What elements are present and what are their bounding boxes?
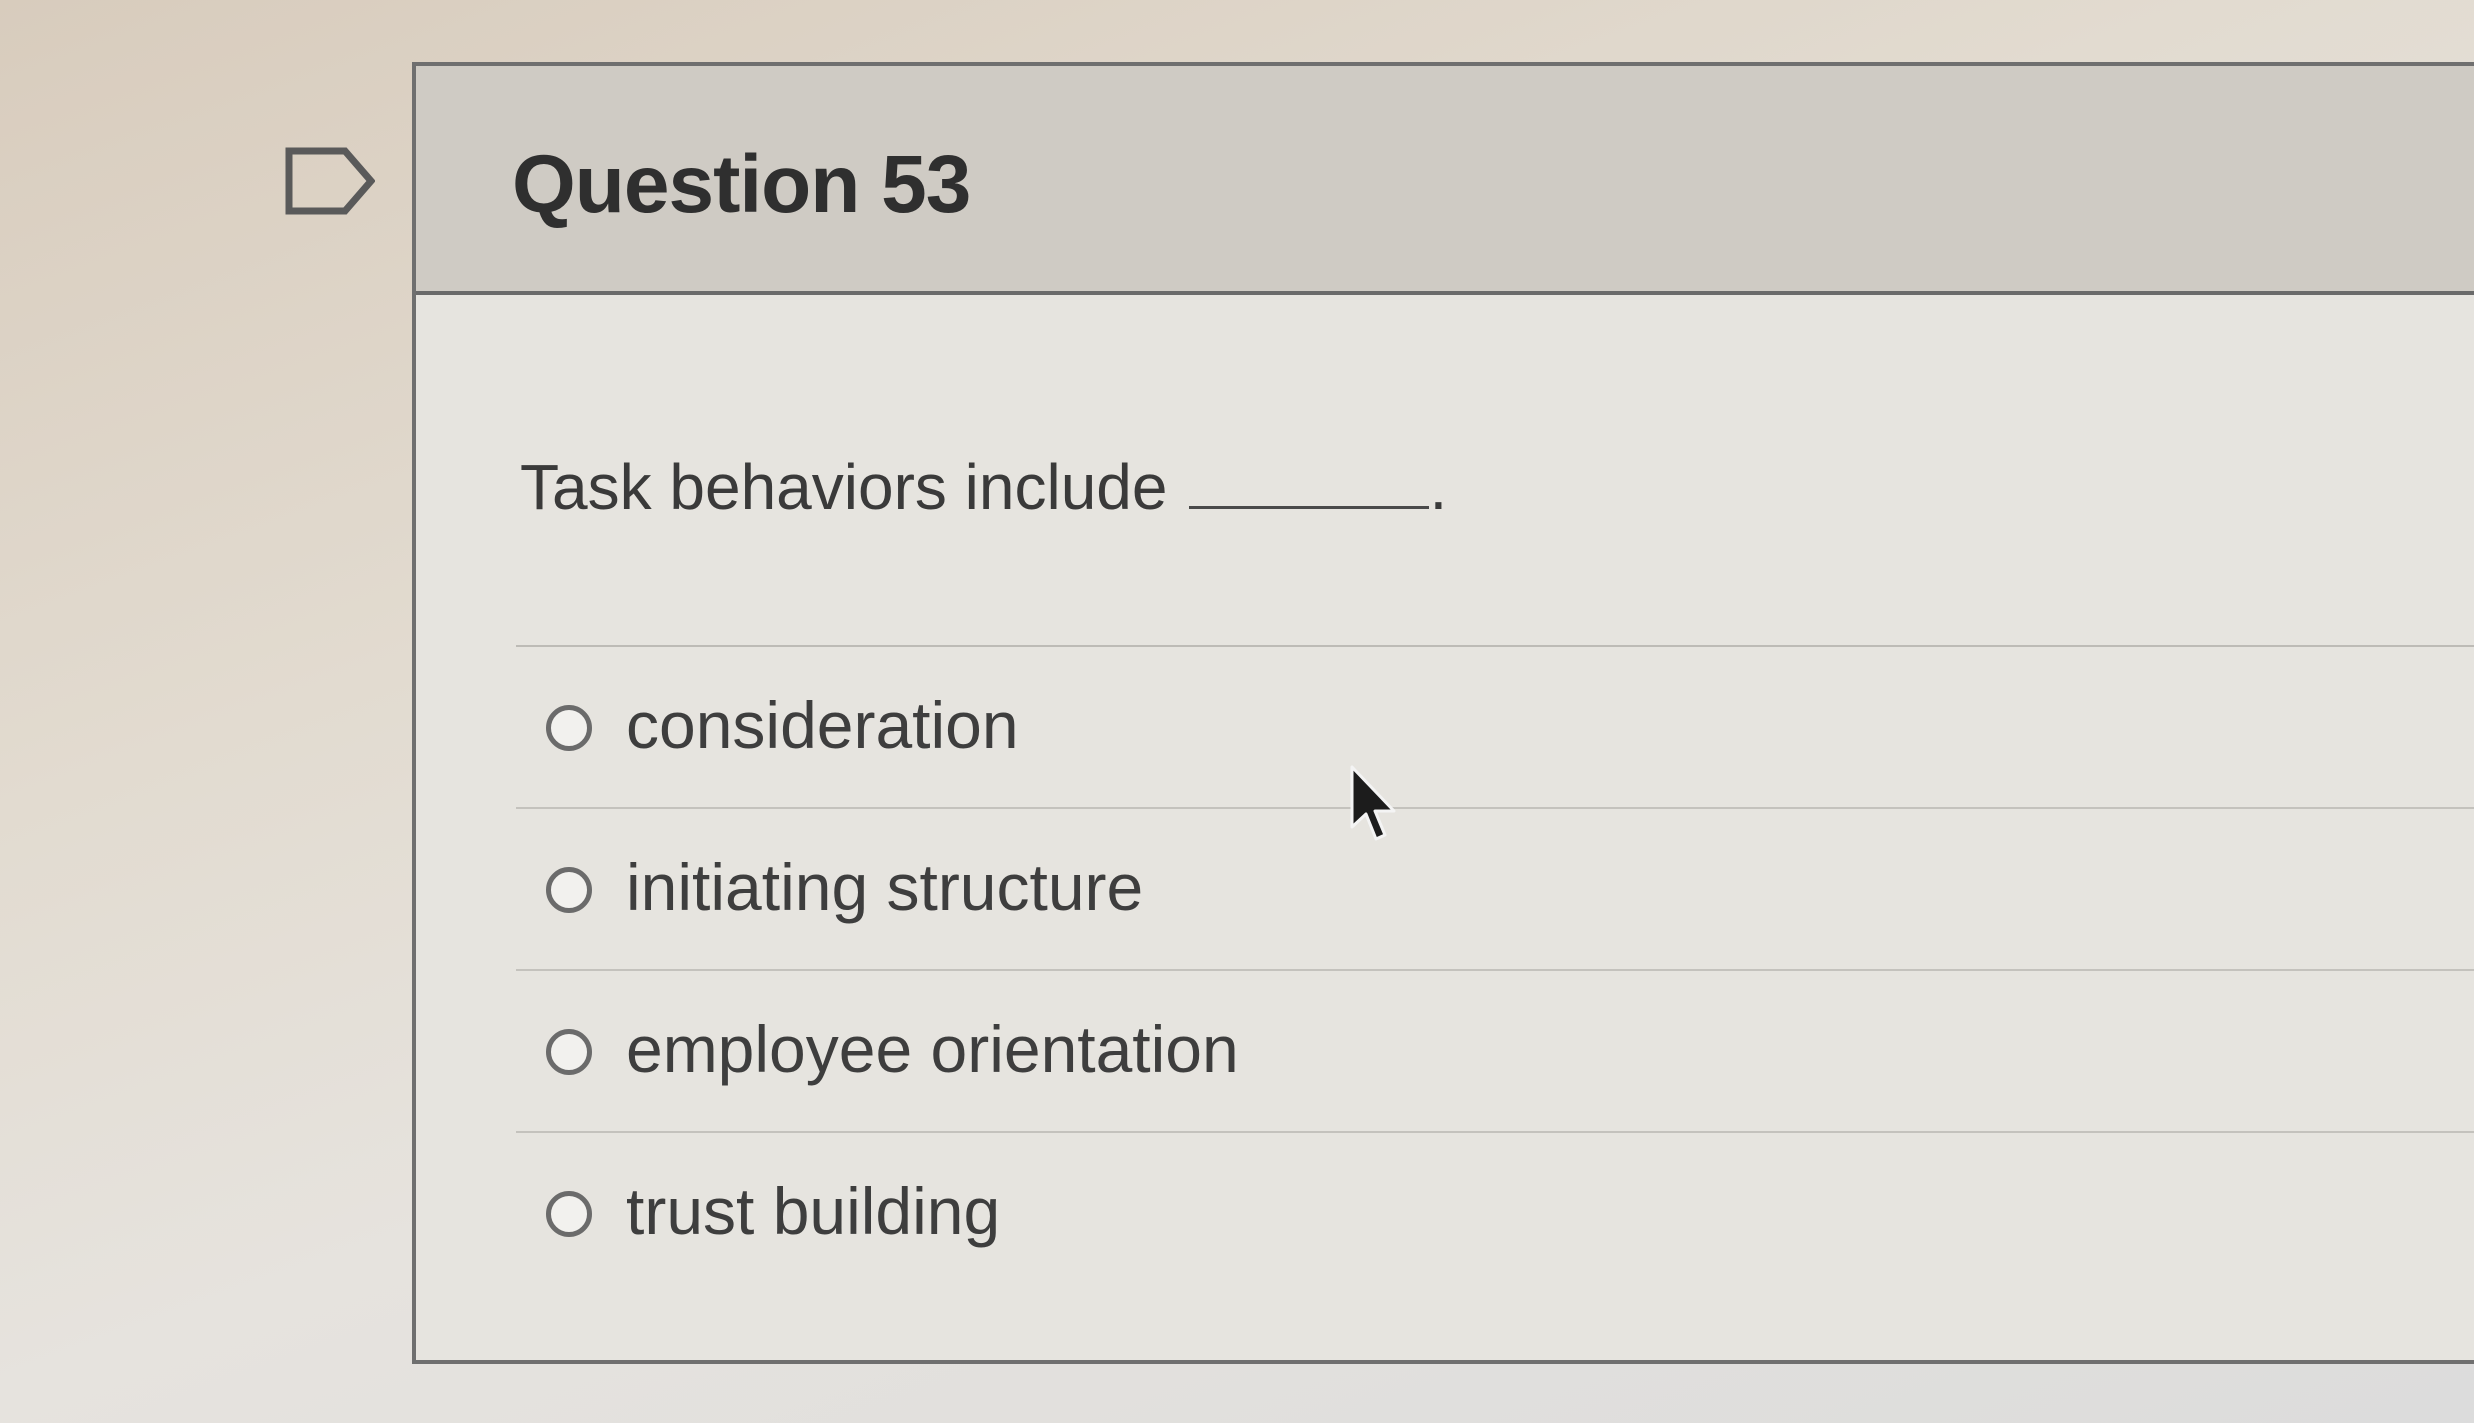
answer-option-initiating-structure[interactable]: initiating structure — [516, 809, 2474, 971]
question-title: Question 53 — [512, 139, 971, 230]
answer-label[interactable]: consideration — [626, 687, 1019, 763]
mouse-pointer-icon — [1350, 765, 1400, 850]
question-prompt: Task behaviors include. — [520, 450, 1447, 524]
radio-unchecked-icon[interactable] — [546, 1029, 592, 1075]
answer-label[interactable]: initiating structure — [626, 849, 1143, 925]
fill-in-blank — [1189, 456, 1430, 509]
question-prompt-text: Task behaviors include — [520, 451, 1168, 523]
answer-list: consideration initiating structure emplo… — [516, 645, 2474, 1293]
answer-option-employee-orientation[interactable]: employee orientation — [516, 971, 2474, 1133]
flag-question-button[interactable] — [285, 147, 375, 215]
answer-option-trust-building[interactable]: trust building — [516, 1133, 2474, 1293]
answer-label[interactable]: trust building — [626, 1173, 1000, 1249]
radio-unchecked-icon[interactable] — [546, 867, 592, 913]
answer-option-consideration[interactable]: consideration — [516, 647, 2474, 809]
question-header: Question 53 — [416, 66, 2474, 295]
question-body: Task behaviors include. consideration in… — [416, 295, 2474, 1365]
radio-unchecked-icon[interactable] — [546, 705, 592, 751]
radio-unchecked-icon[interactable] — [546, 1191, 592, 1237]
flag-question-icon — [285, 147, 375, 215]
answer-label[interactable]: employee orientation — [626, 1011, 1239, 1087]
question-prompt-suffix: . — [1429, 451, 1448, 523]
question-card: Question 53 Task behaviors include. cons… — [412, 62, 2474, 1364]
